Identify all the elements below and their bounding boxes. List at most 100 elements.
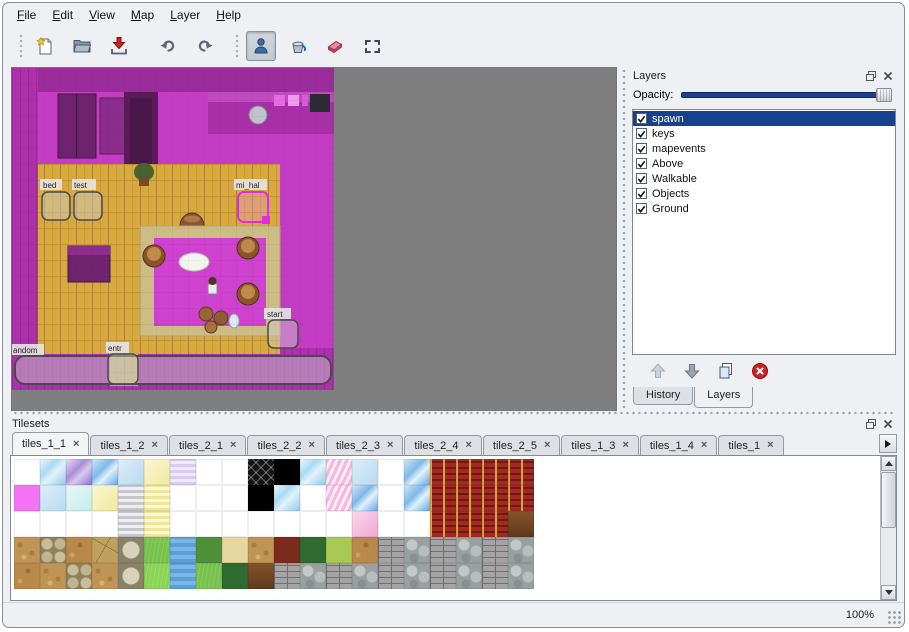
tile-graystone[interactable] — [456, 537, 482, 563]
tile-ice[interactable] — [300, 459, 326, 485]
layer-visibility-checkbox[interactable] — [636, 203, 647, 214]
tileset-tab-tiles_2_3[interactable]: tiles_2_3 × — [326, 435, 403, 455]
tile-graystripe[interactable] — [118, 485, 144, 511]
tile-white[interactable] — [196, 511, 222, 537]
tile-white[interactable] — [14, 511, 40, 537]
tile-white[interactable] — [300, 511, 326, 537]
tab-close-icon[interactable]: × — [767, 440, 773, 451]
tile-white[interactable] — [196, 459, 222, 485]
layer-row-walkable[interactable]: Walkable — [633, 171, 895, 186]
layer-visibility-checkbox[interactable] — [636, 113, 647, 124]
tile-redbrick[interactable] — [482, 511, 508, 537]
tile-white[interactable] — [170, 485, 196, 511]
tile-ice[interactable] — [40, 459, 66, 485]
tile-darkgreen[interactable] — [300, 537, 326, 563]
tile-brown[interactable] — [248, 563, 274, 589]
tile-graybrick[interactable] — [378, 563, 404, 589]
resize-grip[interactable] — [887, 610, 901, 624]
layer-visibility-checkbox[interactable] — [636, 143, 647, 154]
tile-water[interactable] — [92, 459, 118, 485]
tile-palecyan[interactable] — [66, 485, 92, 511]
tab-close-icon[interactable]: × — [152, 440, 158, 451]
tab-close-icon[interactable]: × — [701, 440, 707, 451]
tile-redbrick[interactable] — [430, 459, 456, 485]
menu-edit[interactable]: Edit — [44, 5, 81, 25]
layer-row-above[interactable]: Above — [633, 156, 895, 171]
tile-brightgrass[interactable] — [144, 563, 170, 589]
tile-dirt[interactable] — [40, 563, 66, 589]
tile-paleblue[interactable] — [40, 485, 66, 511]
stamp-tool-button[interactable] — [246, 31, 276, 61]
tile-water2[interactable] — [170, 537, 196, 563]
tile-darkred[interactable] — [274, 537, 300, 563]
tile-graystone[interactable] — [300, 563, 326, 589]
tile-white[interactable] — [378, 511, 404, 537]
tile-dirt[interactable] — [92, 563, 118, 589]
tileset-tab-tiles_1_3[interactable]: tiles_1_3 × — [561, 435, 638, 455]
tile-redbrick[interactable] — [508, 485, 534, 511]
tile-paleblue[interactable] — [118, 459, 144, 485]
tile-redbrick[interactable] — [508, 459, 534, 485]
tile-white[interactable] — [274, 511, 300, 537]
tile-graystone[interactable] — [456, 563, 482, 589]
tile-dirt[interactable] — [248, 537, 274, 563]
tile-lavstripe[interactable] — [170, 459, 196, 485]
scroll-down-button[interactable] — [881, 585, 896, 600]
layer-row-keys[interactable]: keys — [633, 126, 895, 141]
rect-select-button[interactable] — [357, 31, 387, 61]
tile-cobble[interactable] — [66, 563, 92, 589]
tile-pinkstripe[interactable] — [326, 485, 352, 511]
tile-graybrick[interactable] — [274, 563, 300, 589]
object-start[interactable] — [268, 320, 298, 348]
raise-layer-button[interactable] — [647, 360, 669, 382]
eraser-button[interactable] — [320, 31, 350, 61]
tileset-tab-tiles_1_2[interactable]: tiles_1_2 × — [90, 435, 167, 455]
tile-water[interactable] — [404, 485, 430, 511]
tile-redbrick[interactable] — [456, 511, 482, 537]
tile-darkgreen[interactable] — [222, 563, 248, 589]
tile-graybrick[interactable] — [378, 537, 404, 563]
tile-sand[interactable] — [222, 537, 248, 563]
tile-white[interactable] — [222, 459, 248, 485]
tileset-tab-tiles_2_2[interactable]: tiles_2_2 × — [247, 435, 324, 455]
tile-white[interactable] — [92, 511, 118, 537]
layer-row-ground[interactable]: Ground — [633, 201, 895, 216]
tileset-tab-tiles_2_4[interactable]: tiles_2_4 × — [404, 435, 481, 455]
tilesets-float-button[interactable] — [864, 417, 878, 431]
tile-graystripe[interactable] — [118, 511, 144, 537]
layers-float-button[interactable] — [864, 69, 878, 83]
bucket-fill-button[interactable] — [283, 31, 313, 61]
tile-violet[interactable] — [66, 459, 92, 485]
tile-redbrick[interactable] — [482, 485, 508, 511]
tile-white[interactable] — [222, 511, 248, 537]
tile-redbrick[interactable] — [482, 459, 508, 485]
tile-white[interactable] — [326, 511, 352, 537]
layer-row-objects[interactable]: Objects — [633, 186, 895, 201]
new-file-button[interactable] — [30, 31, 60, 61]
tab-layers[interactable]: Layers — [694, 387, 753, 408]
layer-visibility-checkbox[interactable] — [636, 158, 647, 169]
layer-visibility-checkbox[interactable] — [636, 173, 647, 184]
tile-darkgrass[interactable] — [196, 537, 222, 563]
tile-redbrick[interactable] — [456, 485, 482, 511]
tile-yellowgreen[interactable] — [326, 537, 352, 563]
tile-white[interactable] — [300, 485, 326, 511]
menu-map[interactable]: Map — [123, 5, 162, 25]
opacity-slider-handle[interactable] — [876, 88, 892, 102]
tile-yellowstripe[interactable] — [144, 485, 170, 511]
tile-dirt[interactable] — [14, 537, 40, 563]
delete-layer-button[interactable] — [749, 360, 771, 382]
menu-file[interactable]: File — [9, 5, 44, 25]
tile-brown[interactable] — [508, 511, 534, 537]
tile-graystone[interactable] — [508, 563, 534, 589]
tile-ice[interactable] — [274, 485, 300, 511]
tab-close-icon[interactable]: × — [73, 439, 79, 450]
tab-close-icon[interactable]: × — [387, 440, 393, 451]
tile-dirt2[interactable] — [352, 537, 378, 563]
tile-yellowstripe[interactable] — [144, 511, 170, 537]
layer-visibility-checkbox[interactable] — [636, 128, 647, 139]
tile-cobble[interactable] — [40, 537, 66, 563]
tile-graybrick[interactable] — [326, 563, 352, 589]
object-test[interactable] — [74, 192, 102, 220]
undo-button[interactable] — [153, 31, 183, 61]
